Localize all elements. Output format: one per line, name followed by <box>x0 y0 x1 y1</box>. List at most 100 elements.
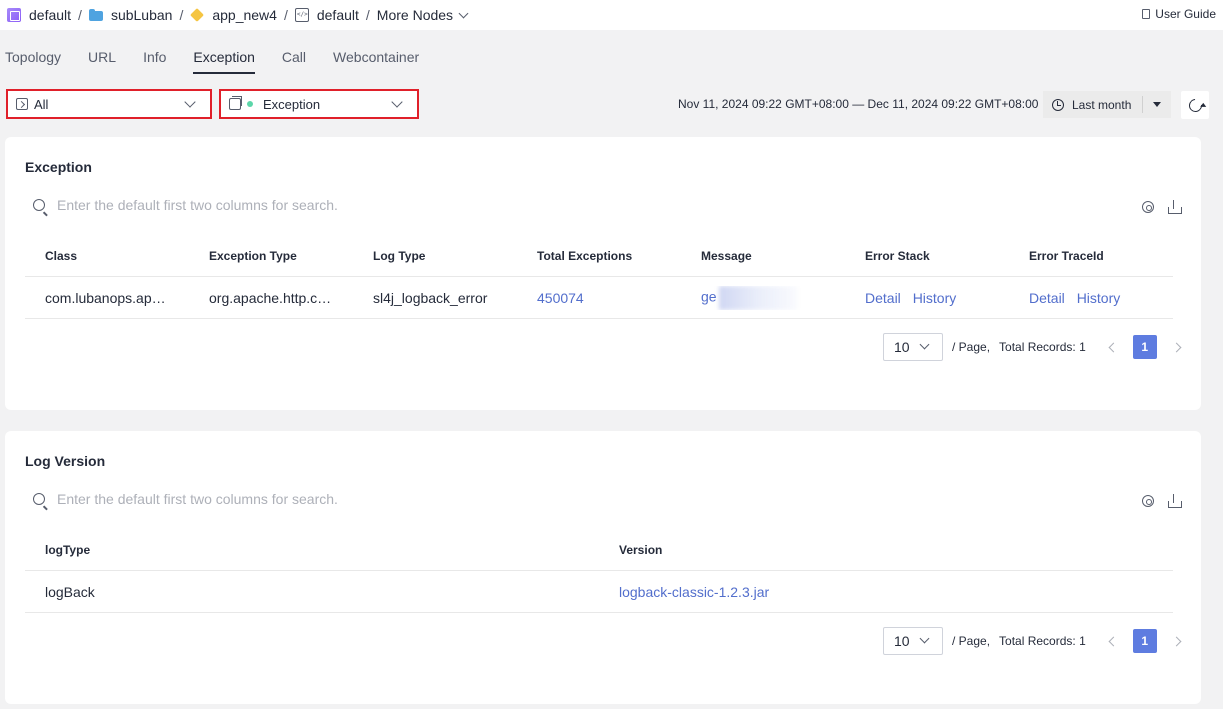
cell-exception-type: org.apache.http.c… <box>209 289 332 306</box>
prev-page-icon[interactable] <box>1108 636 1119 646</box>
time-preset-label: Last month <box>1072 97 1132 112</box>
exception-card-title: Exception <box>25 159 92 175</box>
column-header: Message <box>701 248 752 263</box>
exception-card: Exception Enter the default first two co… <box>5 137 1201 410</box>
exception-search[interactable]: Enter the default first two columns for … <box>33 197 338 213</box>
tab-url[interactable]: URL <box>88 46 116 74</box>
cell-log-type: logBack <box>45 583 95 600</box>
total-records: Total Records: 1 <box>999 634 1086 648</box>
total-records: Total Records: 1 <box>999 340 1086 354</box>
breadcrumb-separator: / <box>179 7 184 23</box>
breadcrumb-item-workspace[interactable]: default <box>29 7 71 23</box>
collector-icon <box>229 96 242 110</box>
breadcrumb-separator: / <box>78 7 82 23</box>
clock-icon <box>1052 98 1064 111</box>
search-icon <box>33 199 45 211</box>
chevron-down-icon <box>919 633 930 644</box>
next-page-icon[interactable] <box>1171 636 1182 646</box>
prev-page-icon[interactable] <box>1108 342 1119 352</box>
search-icon <box>33 493 45 505</box>
chevron-down-icon <box>391 96 403 108</box>
page-size-select[interactable]: 10 <box>883 627 943 655</box>
breadcrumb: default / subLuban / app_new4 / default … <box>7 7 469 23</box>
total-exceptions-link[interactable]: 450074 <box>537 290 584 306</box>
tab-topology[interactable]: Topology <box>5 46 61 74</box>
download-icon[interactable] <box>1168 494 1182 508</box>
instance-select[interactable]: All <box>6 89 212 119</box>
version-link[interactable]: logback-classic-1.2.3.jar <box>619 584 769 600</box>
environment-icon <box>294 8 309 22</box>
breadcrumb-item-application[interactable]: app_new4 <box>212 7 277 23</box>
message-link[interactable]: ge <box>701 288 717 304</box>
divider <box>1142 96 1143 113</box>
column-header: Exception Type <box>209 248 297 263</box>
column-header: Error Stack <box>865 248 930 263</box>
chevron-down-icon <box>919 339 930 350</box>
error-traceid-detail-link[interactable]: Detail <box>1029 290 1065 306</box>
instance-icon <box>16 98 28 110</box>
breadcrumb-item-folder[interactable]: subLuban <box>111 7 173 23</box>
page-button-current[interactable]: 1 <box>1132 629 1157 653</box>
error-stack-history-link[interactable]: History <box>913 290 957 306</box>
user-guide-link[interactable]: User Guide <box>1142 7 1216 21</box>
tab-bar: Topology URL Info Exception Call Webcont… <box>5 46 446 74</box>
breadcrumb-bar: default / subLuban / app_new4 / default … <box>0 0 1223 30</box>
error-stack-detail-link[interactable]: Detail <box>865 290 901 306</box>
page-size-value: 10 <box>894 633 910 649</box>
refresh-icon <box>1185 95 1205 115</box>
log-version-table: logType Version logBack logback-classic-… <box>25 529 1173 613</box>
table-row: logBack logback-classic-1.2.3.jar <box>25 571 1173 613</box>
tab-call[interactable]: Call <box>282 46 306 74</box>
page-button-current[interactable]: 1 <box>1132 335 1157 359</box>
cell-class: com.lubanops.ap… <box>45 289 166 306</box>
book-icon <box>1142 9 1151 19</box>
monitor-type-select[interactable]: Exception <box>219 89 419 119</box>
column-header: Total Exceptions <box>537 248 633 263</box>
cell-total-exceptions: 450074 <box>517 290 681 306</box>
more-nodes-dropdown[interactable]: More Nodes <box>376 7 469 23</box>
log-version-search-placeholder[interactable]: Enter the default first two columns for … <box>57 491 338 507</box>
breadcrumb-item-environment[interactable]: default <box>317 7 359 23</box>
redacted-text <box>718 285 797 310</box>
table-header: Class Exception Type Log Type Total Exce… <box>25 235 1173 277</box>
exception-pagination: 10 / Page, Total Records: 1 1 <box>883 333 1182 361</box>
log-version-card: Log Version Enter the default first two … <box>5 431 1201 704</box>
chevron-down-icon <box>184 96 196 108</box>
application-icon <box>190 8 204 22</box>
log-version-pagination: 10 / Page, Total Records: 1 1 <box>883 627 1182 655</box>
caret-down-icon[interactable] <box>1153 102 1161 107</box>
tab-webcontainer[interactable]: Webcontainer <box>333 46 419 74</box>
per-page-label: / Page, <box>952 634 991 648</box>
folder-icon <box>88 8 103 22</box>
cell-log-type: sl4j_logback_error <box>373 289 488 306</box>
column-header: Log Type <box>373 248 426 263</box>
cell-error-traceid: Detail History <box>1009 290 1173 306</box>
time-range-text[interactable]: Nov 11, 2024 09:22 GMT+08:00 — Dec 11, 2… <box>678 97 1038 111</box>
exception-table: Class Exception Type Log Type Total Exce… <box>25 235 1173 319</box>
refresh-button[interactable] <box>1181 91 1209 119</box>
column-header: Version <box>619 542 663 557</box>
column-header: logType <box>45 542 91 557</box>
tab-info[interactable]: Info <box>143 46 166 74</box>
time-preset-select[interactable]: Last month <box>1043 91 1171 118</box>
cell-error-stack: Detail History <box>845 290 1009 306</box>
settings-icon[interactable] <box>1142 495 1154 507</box>
download-icon[interactable] <box>1168 200 1182 214</box>
exception-search-placeholder[interactable]: Enter the default first two columns for … <box>57 197 338 213</box>
page-size-select[interactable]: 10 <box>883 333 943 361</box>
next-page-icon[interactable] <box>1171 342 1182 352</box>
cell-message: ge <box>681 285 845 310</box>
cell-version: logback-classic-1.2.3.jar <box>599 584 1173 600</box>
monitor-type-select-value: Exception <box>263 96 321 112</box>
error-traceid-history-link[interactable]: History <box>1077 290 1121 306</box>
settings-icon[interactable] <box>1142 201 1154 213</box>
instance-select-value: All <box>34 96 49 112</box>
page-size-value: 10 <box>894 339 910 355</box>
status-dot <box>247 101 253 107</box>
chevron-down-icon <box>458 8 469 18</box>
log-version-search[interactable]: Enter the default first two columns for … <box>33 491 338 507</box>
tab-exception[interactable]: Exception <box>193 46 256 74</box>
more-nodes-label: More Nodes <box>376 7 454 23</box>
breadcrumb-separator: / <box>283 7 288 23</box>
per-page-label: / Page, <box>952 340 991 354</box>
